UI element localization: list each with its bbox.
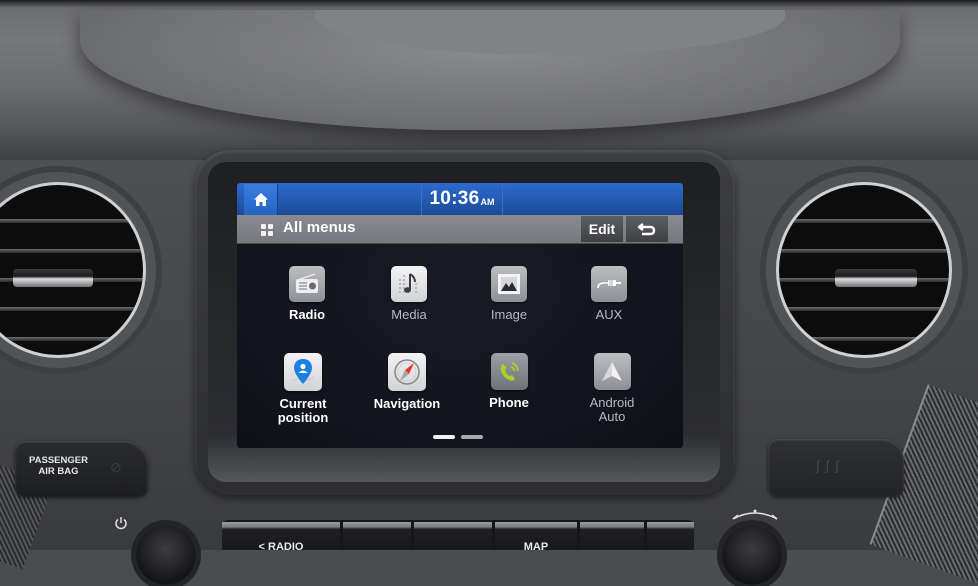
menu-label: Phone	[489, 395, 529, 410]
airbag-label-line1: PASSENGER	[29, 455, 88, 466]
media-hard-key[interactable]	[343, 522, 411, 550]
edit-button[interactable]: Edit	[581, 216, 623, 242]
menu-label: Android Auto	[562, 396, 662, 424]
menu-item-radio[interactable]: Radio	[257, 266, 357, 322]
radio-icon	[289, 266, 325, 302]
radio-key-label: < RADIO	[258, 541, 304, 553]
menu-item-media[interactable]: Media	[359, 266, 459, 322]
vent-slat	[779, 337, 949, 341]
compass-icon	[388, 353, 426, 391]
menu-label: AUX	[595, 307, 623, 322]
vent-slat	[0, 337, 143, 341]
vent-slat	[779, 219, 949, 223]
menu-item-navigation[interactable]: Navigation	[357, 353, 457, 411]
vent-slat	[779, 249, 949, 253]
menu-item-phone[interactable]: Phone	[459, 353, 559, 410]
clock: 10:36 AM	[421, 183, 503, 215]
vent-ring	[0, 182, 146, 358]
seat-heater-icon: ∫∫∫	[816, 458, 845, 473]
menu-label-line1: Android	[589, 395, 635, 410]
music-note-icon	[391, 266, 427, 302]
menu-label-line2: position	[277, 410, 329, 425]
menu-label: Radio	[288, 307, 326, 322]
home-icon	[253, 193, 268, 206]
menu-grid: Radio Media Image AUX Current position N…	[237, 243, 683, 448]
hard-key[interactable]	[414, 522, 492, 550]
menu-item-android-auto[interactable]: Android Auto	[562, 353, 662, 424]
hard-key-strip: < RADIO MAP	[222, 520, 694, 553]
airbag-label-line2: AIR BAG	[38, 466, 79, 477]
menu-label-line1: Current	[279, 396, 327, 411]
vent-slat	[0, 307, 143, 311]
location-pin-icon	[284, 353, 322, 391]
grid-icon	[261, 224, 273, 236]
android-auto-icon	[593, 353, 631, 390]
aux-cable-icon	[591, 266, 627, 302]
passenger-airbag-indicator: PASSENGER AIR BAG ⊘	[15, 441, 148, 497]
vent-slat	[0, 219, 143, 223]
tune-rotate-icon	[732, 509, 778, 520]
power-icon	[115, 517, 127, 530]
page-title: All menus	[283, 219, 356, 236]
back-arrow-icon	[637, 223, 656, 236]
back-button[interactable]	[626, 216, 668, 242]
clock-ampm: AM	[480, 197, 495, 207]
menu-label: Current position	[253, 397, 353, 425]
menu-label: Navigation	[373, 396, 441, 411]
menu-item-image[interactable]: Image	[459, 266, 559, 322]
page-indicator[interactable]	[433, 435, 483, 439]
page-dot-active[interactable]	[433, 435, 455, 439]
menu-label: Image	[490, 307, 528, 322]
vent-slat	[779, 307, 949, 311]
vent-adjust-tab[interactable]	[13, 269, 93, 287]
tune-knob[interactable]	[722, 525, 782, 585]
vent-ring	[776, 182, 952, 358]
infotainment-screen: 10:36 AM All menus Edit Radio Media Imag…	[237, 183, 683, 448]
air-vent-right[interactable]	[766, 172, 962, 368]
vent-adjust-tab[interactable]	[835, 269, 917, 287]
vent-slat	[0, 249, 143, 253]
radio-hard-key[interactable]: < RADIO	[222, 522, 340, 553]
status-bar: 10:36 AM	[237, 183, 683, 215]
seek-hard-key[interactable]	[647, 522, 694, 550]
phone-icon	[490, 353, 528, 390]
setup-hard-key[interactable]	[580, 522, 644, 550]
menu-item-aux[interactable]: AUX	[559, 266, 659, 322]
menu-label-line2: Auto	[598, 409, 626, 424]
airbag-label: PASSENGER AIR BAG	[29, 455, 88, 477]
volume-knob[interactable]	[136, 525, 196, 585]
seat-heater-panel: ∫∫∫	[768, 439, 904, 497]
home-button[interactable]	[244, 184, 278, 215]
airbag-status-icon: ⊘	[110, 459, 122, 475]
page-dot[interactable]	[461, 435, 483, 439]
image-icon	[491, 266, 527, 302]
map-key-label: MAP	[523, 541, 549, 553]
map-hard-key[interactable]: MAP	[495, 522, 577, 553]
title-bar: All menus Edit	[237, 215, 683, 244]
menu-label: Media	[391, 307, 427, 322]
clock-time: 10:36	[429, 188, 480, 209]
dashboard-hood-recess	[315, 10, 785, 55]
menu-item-current-position[interactable]: Current position	[253, 353, 353, 425]
